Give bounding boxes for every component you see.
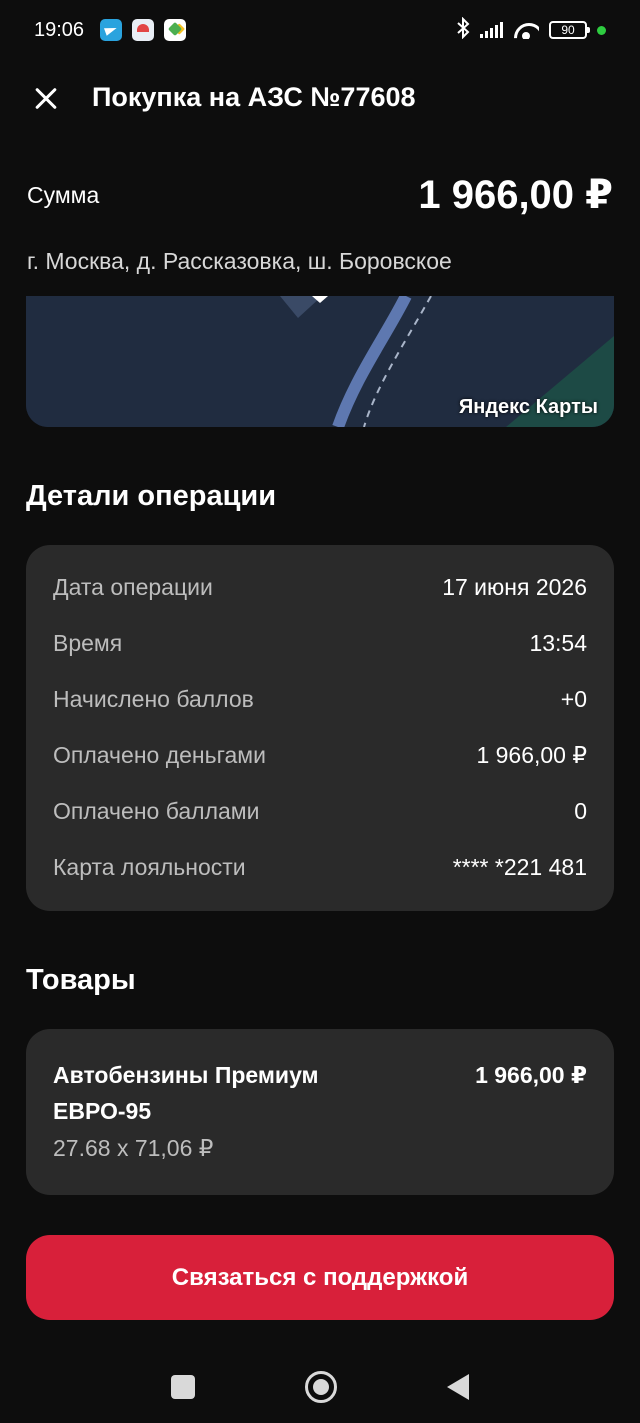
detail-label: Начислено баллов <box>53 685 254 712</box>
home-icon[interactable] <box>305 1370 337 1403</box>
status-right: 90 <box>456 16 606 43</box>
status-time: 19:06 <box>34 18 85 41</box>
detail-label: Карта лояльности <box>53 853 246 880</box>
map-view[interactable]: Яндекс Карты <box>26 296 614 427</box>
signal-bar <box>490 28 493 38</box>
maps-icon <box>164 19 187 41</box>
detail-value: 1 966,00 ₽ <box>476 741 587 768</box>
details-title: Детали операции <box>26 480 277 512</box>
detail-row-paid-money: Оплачено деньгами 1 966,00 ₽ <box>53 727 587 783</box>
bluetooth-glyph <box>457 16 470 40</box>
contact-support-button[interactable]: Связаться с поддержкой <box>26 1235 614 1320</box>
weather-icon <box>132 19 155 41</box>
detail-label: Оплачено баллами <box>53 797 260 824</box>
signal-bar <box>480 34 483 38</box>
signal-icon <box>480 22 503 38</box>
detail-row-time: Время 13:54 <box>53 615 587 671</box>
signal-bar <box>485 31 488 38</box>
detail-value: 0 <box>574 797 587 824</box>
product-top: Автобензины Премиум ЕВРО-95 1 966,00 ₽ <box>53 1057 587 1129</box>
battery-icon: 90 <box>549 21 590 39</box>
close-button[interactable] <box>30 82 62 114</box>
home-icon-inner <box>313 1378 329 1395</box>
detail-row-loyalty-card: Карта лояльности **** *221 481 <box>53 839 587 895</box>
header: Покупка на АЗС №77608 <box>0 70 640 130</box>
product-quantity: 27.68 x 71,06 ₽ <box>53 1135 214 1161</box>
system-nav-bar <box>0 1350 640 1423</box>
detail-row-paid-points: Оплачено баллами 0 <box>53 783 587 839</box>
telegram-icon <box>100 19 123 41</box>
amount-row: Сумма 1 966,00 ₽ <box>27 170 613 220</box>
product-card: Автобензины Премиум ЕВРО-95 1 966,00 ₽ 2… <box>26 1029 614 1195</box>
amount-label: Сумма <box>27 181 100 208</box>
station-address: г. Москва, д. Рассказовка, ш. Боровское <box>27 248 452 274</box>
amount-value: 1 966,00 ₽ <box>418 173 613 217</box>
product-price: 1 966,00 ₽ <box>475 1062 587 1088</box>
battery-level: 90 <box>561 23 575 37</box>
detail-row-points-earned: Начислено баллов +0 <box>53 671 587 727</box>
map-attribution: Яндекс Карты <box>458 396 598 418</box>
privacy-indicator-dot <box>597 25 606 35</box>
screen: 19:06 90 Покупка на АЗС №77608 Сумма 1 9… <box>0 0 640 1423</box>
wifi-icon <box>513 21 539 39</box>
signal-bar <box>495 25 498 38</box>
detail-label: Время <box>53 629 123 656</box>
detail-value: +0 <box>560 685 587 712</box>
details-card: Дата операции 17 июня 2026 Время 13:54 Н… <box>26 545 614 911</box>
bluetooth-icon <box>456 16 470 43</box>
back-icon[interactable] <box>447 1373 469 1400</box>
recent-apps-icon[interactable] <box>171 1374 195 1399</box>
product-name: Автобензины Премиум ЕВРО-95 <box>53 1062 319 1124</box>
detail-value: 13:54 <box>529 629 587 656</box>
signal-bar <box>500 22 503 38</box>
products-title: Товары <box>26 964 136 996</box>
detail-value: 17 июня 2026 <box>442 573 587 600</box>
detail-label: Оплачено деньгами <box>53 741 266 768</box>
status-left: 19:06 <box>34 18 187 42</box>
detail-value: **** *221 481 <box>452 853 587 880</box>
status-bar: 19:06 90 <box>0 0 640 60</box>
detail-row-date: Дата операции 17 июня 2026 <box>53 559 587 615</box>
detail-label: Дата операции <box>53 573 213 600</box>
page-title: Покупка на АЗС №77608 <box>92 82 416 112</box>
